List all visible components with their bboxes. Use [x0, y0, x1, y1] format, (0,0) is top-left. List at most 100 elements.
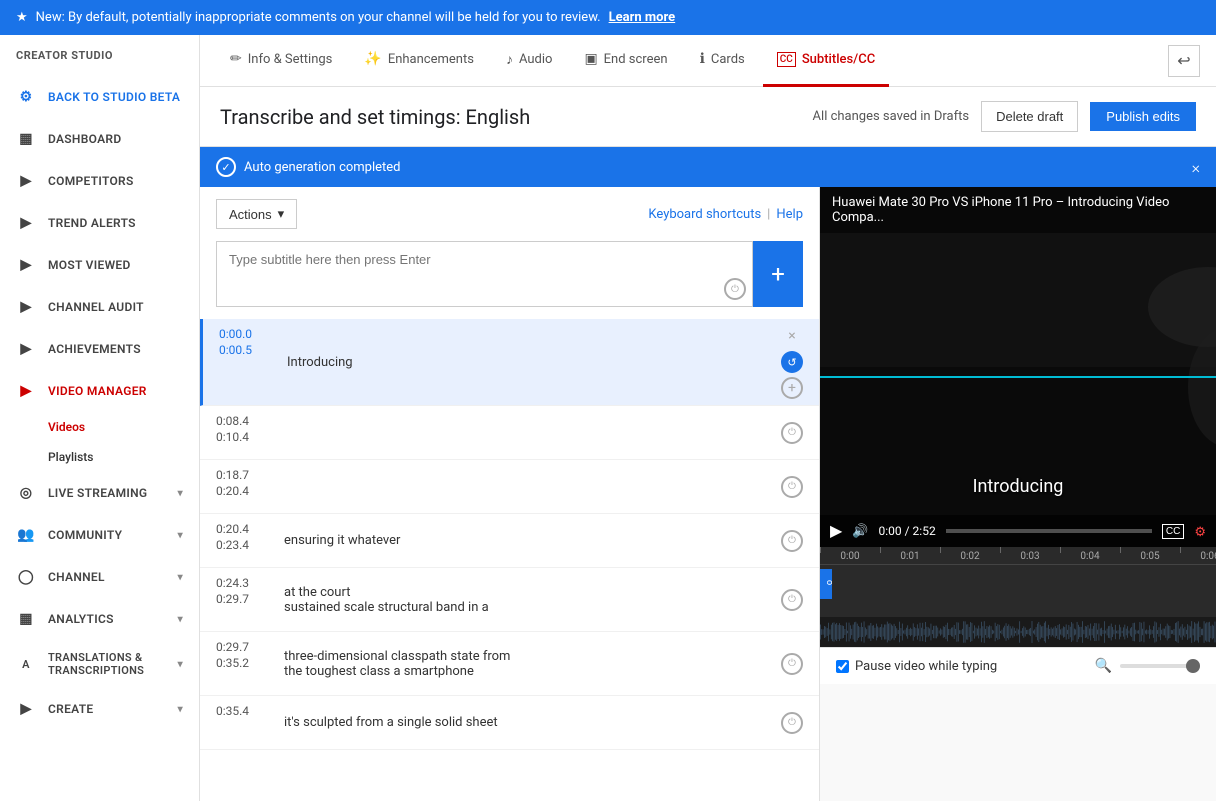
tabs-bar: ✏ Info & Settings ✨ Enhancements ♪ Audio… — [200, 35, 1216, 87]
sidebar-item-analytics[interactable]: ▦ ANALYTICS ▾ — [0, 598, 199, 640]
power-icon[interactable]: ⏻ — [781, 476, 803, 498]
subtitle-input[interactable] — [217, 242, 752, 302]
most-viewed-icon: ▶ — [16, 255, 36, 275]
tab-subtitles-cc[interactable]: CC Subtitles/CC — [763, 35, 889, 87]
sidebar-label-back: BACK TO STUDIO BETA — [48, 90, 180, 104]
live-streaming-icon: ◎ — [16, 483, 36, 503]
pause-label: Pause video while typing — [855, 659, 997, 674]
tab-label-enhancements: Enhancements — [388, 52, 474, 67]
sidebar-label-live-streaming: LIVE STREAMING — [48, 486, 147, 500]
sidebar-item-translations[interactable]: A TRANSLATIONS & TRANSCRIPTIONS ▾ — [0, 640, 199, 688]
power-icon[interactable]: ⏻ — [781, 653, 803, 675]
subtitle-actions: ⏻ — [781, 466, 803, 507]
sidebar-brand: CREATOR STUDIO — [0, 35, 199, 76]
power-icon[interactable]: ⏻ — [781, 712, 803, 734]
settings-button[interactable]: ⚙ — [1194, 523, 1206, 540]
subtitle-row[interactable]: 0:08.4 0:10.4 ⏻ — [200, 406, 819, 460]
subtitle-actions: ⏻ — [781, 638, 803, 689]
tab-enhancements[interactable]: ✨ Enhancements — [350, 35, 488, 87]
sidebar-item-achievements[interactable]: ▶ ACHIEVEMENTS — [0, 328, 199, 370]
banner-learn-more-link[interactable]: Learn more — [609, 10, 676, 25]
timeline-track: Intro — [820, 569, 1216, 619]
top-banner: ★ New: By default, potentially inappropr… — [0, 0, 1216, 35]
chevron-down-icon: ▾ — [178, 488, 183, 499]
subtitle-row[interactable]: 0:29.7 0:35.2 three-dimensional classpat… — [200, 632, 819, 696]
settings-icon: ⚙ — [1194, 524, 1206, 539]
volume-button[interactable]: 🔊 — [852, 523, 868, 539]
cc-button[interactable]: CC — [1162, 524, 1184, 539]
subtitle-row[interactable]: 0:20.4 0:23.4 ensuring it whatever ⏻ — [200, 514, 819, 568]
add-icon[interactable]: + — [781, 377, 803, 399]
keyboard-shortcuts-link[interactable]: Keyboard shortcuts — [648, 207, 761, 222]
bottom-controls: Pause video while typing 🔍 — [820, 647, 1216, 684]
sidebar-sub-item-videos[interactable]: Videos — [0, 412, 199, 442]
power-icon[interactable]: ⏻ — [724, 278, 746, 300]
close-icon[interactable]: × — [1192, 158, 1200, 177]
subtitle-row[interactable]: 0:00.0 0:00.5 Introducing × ↺ + — [200, 319, 819, 406]
refresh-icon[interactable]: ↺ — [781, 351, 803, 373]
subtitle-times: 0:35.4 — [216, 702, 276, 743]
sidebar-item-back-to-studio[interactable]: ⚙ BACK TO STUDIO BETA — [0, 76, 199, 118]
play-button[interactable]: ▶ — [830, 521, 842, 541]
sidebar-item-create[interactable]: ▶ CREATE ▾ — [0, 688, 199, 730]
subtitle-times: 0:29.7 0:35.2 — [216, 638, 276, 689]
pause-checkbox-label[interactable]: Pause video while typing — [836, 659, 997, 674]
tab-cards[interactable]: ℹ Cards — [686, 35, 759, 87]
sidebar-sub-item-playlists[interactable]: Playlists — [0, 442, 199, 472]
sidebar-item-trend-alerts[interactable]: ▶ TREND ALERTS — [0, 202, 199, 244]
sidebar-item-video-manager[interactable]: ▶ VIDEO MANAGER — [0, 370, 199, 412]
delete-draft-button[interactable]: Delete draft — [981, 101, 1078, 132]
video-controls: ▶ 🔊 0:00 / 2:52 CC ⚙ — [820, 515, 1216, 547]
power-icon[interactable]: ⏻ — [781, 589, 803, 611]
progress-bar[interactable] — [946, 529, 1152, 533]
sidebar-item-competitors[interactable]: ▶ COMPETITORS — [0, 160, 199, 202]
banner-text: New: By default, potentially inappropria… — [36, 10, 601, 25]
sidebar-item-dashboard[interactable]: ▦ DASHBOARD — [0, 118, 199, 160]
translations-icon: A — [16, 654, 36, 674]
tab-end-screen[interactable]: ▣ End screen — [570, 35, 681, 87]
power-icon[interactable]: ⏻ — [781, 422, 803, 444]
power-icon[interactable]: ⏻ — [781, 530, 803, 552]
separator: | — [767, 207, 770, 222]
video-manager-icon: ▶ — [16, 381, 36, 401]
subtitle-row[interactable]: 0:18.7 0:20.4 ⏻ — [200, 460, 819, 514]
analytics-icon: ▦ — [16, 609, 36, 629]
chevron-down-icon: ▾ — [178, 572, 183, 583]
actions-dropdown-button[interactable]: Actions ▾ — [216, 199, 297, 229]
sidebar-label-channel-audit: CHANNEL AUDIT — [48, 300, 144, 314]
back-button[interactable]: ↩ — [1168, 45, 1200, 77]
publish-edits-button[interactable]: Publish edits — [1090, 102, 1196, 131]
timeline-area: 0:000:010:020:030:040:050:060:070:080:09… — [820, 547, 1216, 647]
chevron-down-icon: ▾ — [178, 614, 183, 625]
tab-audio[interactable]: ♪ Audio — [492, 35, 566, 87]
pause-video-checkbox[interactable] — [836, 660, 849, 673]
subtitle-text: at the court sustained scale structural … — [276, 574, 781, 625]
enhancements-icon: ✨ — [364, 51, 381, 67]
back-icon: ↩ — [1177, 51, 1190, 70]
sidebar-item-channel-audit[interactable]: ▶ CHANNEL AUDIT — [0, 286, 199, 328]
dashboard-icon: ▦ — [16, 129, 36, 149]
sidebar-item-live-streaming[interactable]: ◎ LIVE STREAMING ▾ — [0, 472, 199, 514]
zoom-slider[interactable] — [1120, 664, 1200, 668]
competitors-icon: ▶ — [16, 171, 36, 191]
zoom-thumb[interactable] — [1186, 659, 1200, 673]
help-link[interactable]: Help — [776, 207, 803, 222]
sidebar-item-most-viewed[interactable]: ▶ MOST VIEWED — [0, 244, 199, 286]
sidebar-label-community: COMMUNITY — [48, 528, 122, 542]
channel-audit-icon: ▶ — [16, 297, 36, 317]
subtitle-add-button[interactable]: + — [753, 241, 803, 307]
sidebar-item-channel[interactable]: ◯ CHANNEL ▾ — [0, 556, 199, 598]
subtitle-row[interactable]: 0:24.3 0:29.7 at the court sustained sca… — [200, 568, 819, 632]
community-icon: 👥 — [16, 525, 36, 545]
timeline-ruler: 0:000:010:020:030:040:050:060:070:080:09… — [820, 547, 1216, 565]
cc-tab-icon: CC — [777, 52, 796, 67]
tab-info-settings[interactable]: ✏ Info & Settings — [216, 35, 346, 87]
trend-alerts-icon: ▶ — [16, 213, 36, 233]
timeline-caption[interactable]: Intro — [820, 569, 832, 599]
sidebar-item-community[interactable]: 👥 COMMUNITY ▾ — [0, 514, 199, 556]
video-subtitle-overlay: Introducing — [820, 476, 1216, 497]
subtitle-input-row: ⏻ + — [200, 241, 819, 319]
subtitle-row[interactable]: 0:35.4 it's sculpted from a single solid… — [200, 696, 819, 750]
close-icon[interactable]: × — [781, 325, 803, 347]
subtitle-times: 0:00.0 0:00.5 — [219, 325, 279, 399]
